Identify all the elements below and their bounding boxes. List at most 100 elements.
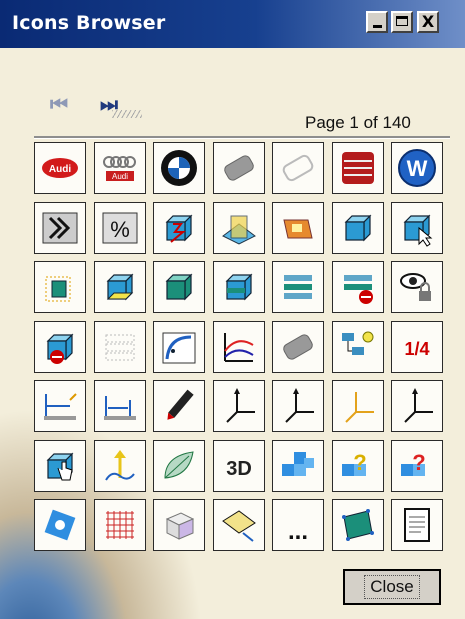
plane-intersect-icon [221,215,256,245]
audi-red-logo-icon: Audi [42,158,78,178]
fast-forward-chevron-icon [42,212,78,243]
icon-cell[interactable] [153,439,205,492]
window-title: Icons Browser [12,12,166,34]
bmw-logo-icon [161,150,197,186]
icon-cell[interactable] [331,201,384,254]
last-page-button[interactable]: ⏭ [100,92,142,118]
icon-cell[interactable] [34,439,86,492]
hand-cursor-box-icon [46,452,74,480]
icon-cell[interactable]: Audi [34,142,86,194]
icon-cell[interactable] [391,261,443,313]
icon-cell[interactable] [331,261,384,313]
icon-cell[interactable] [153,499,205,551]
close-button[interactable]: Close [343,569,441,605]
question-cubes-icon: ? [341,450,366,476]
icon-cell[interactable] [153,320,205,373]
icon-cell[interactable] [93,439,146,492]
icon-cell[interactable] [153,380,205,432]
icon-cell[interactable]: 1/4 [391,320,443,373]
diagonal-plane-icon [221,510,256,542]
svg-text:Audi: Audi [111,172,127,181]
icon-cell[interactable] [272,261,324,313]
icon-cell[interactable] [331,320,384,373]
icon-cell[interactable] [331,380,384,432]
icon-cell[interactable] [331,142,384,194]
leaf-icon [164,450,194,479]
icon-cell[interactable]: 3D [212,439,265,492]
eye-lock-icon [400,273,431,301]
icon-cell[interactable] [212,380,265,432]
icon-cell[interactable] [93,261,146,313]
3d-text-label: 3D [226,458,252,480]
icon-cell[interactable]: % [93,201,146,254]
maximize-button[interactable] [391,11,413,33]
icon-cell[interactable]: ? [331,439,384,492]
icon-cell[interactable] [34,380,86,432]
axis-orange-icon [344,392,374,423]
first-page-button[interactable]: ⏮ [50,92,68,116]
icon-cell[interactable] [391,499,443,551]
svg-text:Audi: Audi [49,164,71,175]
icon-cell[interactable] [331,499,384,551]
icon-cell[interactable] [391,380,443,432]
title-bar: Icons Browser X [0,0,465,48]
black-pen-icon [167,389,194,420]
axis-black-icon [225,388,255,423]
icon-cell[interactable] [34,320,86,373]
icon-cell[interactable] [93,320,146,373]
icon-cell[interactable] [212,499,265,551]
green-dotted-box-icon [45,276,71,302]
svg-text:?: ? [412,450,425,475]
icon-cell[interactable] [153,142,205,194]
icon-cell[interactable] [34,499,86,551]
blue-gear-icon [44,509,76,541]
icon-cell[interactable] [93,380,146,432]
red-question-cubes-icon: ? [401,450,426,476]
icon-cell[interactable]: Audi [93,142,146,194]
icon-cell[interactable] [212,201,265,254]
icon-cell[interactable] [272,380,324,432]
minimize-button[interactable] [366,11,388,33]
icon-cell[interactable] [153,201,205,254]
icon-cell[interactable]: ... [272,499,324,551]
separator [34,136,450,139]
close-window-button[interactable]: X [417,11,439,33]
seat-logo-icon [341,152,374,184]
icon-cell[interactable] [34,261,86,313]
ellipsis-icon: ... [288,518,308,545]
icon-cell[interactable] [212,142,265,194]
orange-part-icon [283,219,313,238]
skip-last-icon: ⏭ [100,92,118,116]
icon-cell[interactable] [272,201,324,254]
page-indicator: Page 1 of 140 [305,113,411,132]
grey-part-2-icon [283,333,313,360]
green-split-box-icon [225,273,252,301]
icon-cell[interactable] [272,142,324,194]
green-diamond-icon [341,509,374,541]
axis-small-icon [404,388,433,423]
audi-rings-logo-icon: Audi [102,156,136,181]
white-cube-icon [165,512,195,540]
red-grid-icon [105,511,134,539]
ellipsis-label: ... [288,518,308,545]
icon-cell[interactable] [391,201,443,254]
skip-first-icon: ⏮ [50,92,68,116]
icon-cell[interactable]: W [391,142,443,194]
1-4-red-icon: 1/4 [404,339,429,359]
icon-cell[interactable]: ? [391,439,443,492]
curved-arrow-icon [162,332,196,363]
3d-text-icon: 3D [226,458,252,480]
1-4-red-label: 1/4 [404,339,429,359]
icon-cell[interactable] [93,499,146,551]
green-stack-icon [284,275,312,299]
dotted-stack-icon [105,334,134,360]
icon-cell[interactable] [34,201,86,254]
axis-curves-icon [223,332,254,362]
icon-cell[interactable] [212,320,265,373]
icon-cell[interactable] [212,261,265,313]
icon-cell[interactable] [272,320,324,373]
icon-cell[interactable] [153,261,205,313]
box-icon [344,214,371,241]
axis-thin-icon [285,388,314,423]
icon-cell[interactable] [272,439,324,492]
